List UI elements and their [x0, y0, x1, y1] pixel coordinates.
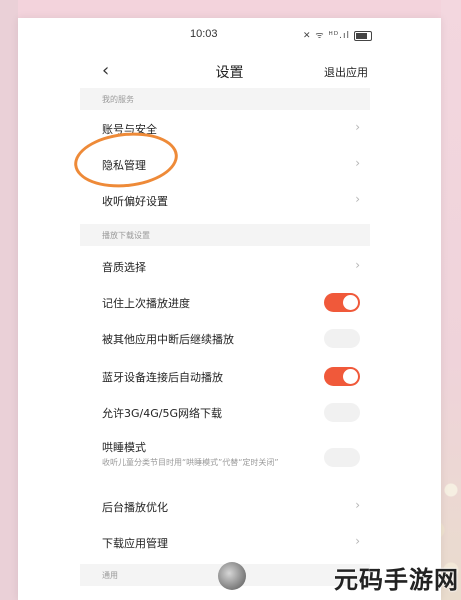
row-label: 下载应用管理	[102, 537, 168, 550]
chevron-right-icon: ›	[355, 192, 360, 206]
phone-screen: 10:03 ✕ ᯤ ᴴᴰ.ıl ‹ 设置 退出应用 我的服务 账号与安全 › 隐…	[18, 18, 441, 600]
status-time: 10:03	[190, 28, 218, 40]
toggle-resume-after-interrupt[interactable]	[324, 329, 360, 348]
row-label: 收听偏好设置	[102, 195, 168, 208]
chevron-right-icon: ›	[355, 498, 360, 512]
toggle-bluetooth-autoplay[interactable]	[324, 367, 360, 386]
status-icons: ✕ ᯤ ᴴᴰ.ıl	[303, 28, 372, 41]
nav-bar: ‹ 设置 退出应用	[18, 50, 441, 92]
row-listening-prefs[interactable]: 收听偏好设置 ›	[80, 182, 370, 218]
row-label: 哄睡模式	[102, 441, 146, 454]
status-bar: 10:03 ✕ ᯤ ᴴᴰ.ıl	[18, 18, 441, 50]
section-label: 播放下载设置	[102, 231, 150, 240]
exit-app-button[interactable]: 退出应用	[324, 64, 368, 80]
toggle-allow-mobile-download[interactable]	[324, 403, 360, 422]
row-background-optimize[interactable]: 后台播放优化 ›	[80, 488, 370, 524]
chevron-right-icon: ›	[355, 258, 360, 272]
chevron-right-icon: ›	[355, 156, 360, 170]
section-my-services: 我的服务	[80, 88, 370, 110]
row-label: 后台播放优化	[102, 501, 168, 514]
battery-icon	[353, 30, 372, 41]
floating-avatar[interactable]	[218, 562, 246, 590]
row-label: 蓝牙设备连接后自动播放	[102, 371, 223, 384]
row-download-app-manage[interactable]: 下载应用管理 ›	[80, 524, 370, 560]
watermark-logo: 元码手游网	[334, 566, 459, 594]
page-title: 设置	[215, 65, 244, 81]
row-audio-quality[interactable]: 音质选择 ›	[80, 248, 370, 284]
toggle-remember-progress[interactable]	[324, 293, 360, 312]
chevron-right-icon: ›	[355, 534, 360, 548]
row-allow-mobile-download: 允许3G/4G/5G网络下载	[80, 394, 370, 430]
section-playback-download: 播放下载设置	[80, 224, 370, 246]
status-indicator-icons: ✕ ᯤ ᴴᴰ.ıl	[303, 31, 350, 41]
chevron-right-icon: ›	[355, 120, 360, 134]
toggle-sleep-mode[interactable]	[324, 448, 360, 467]
row-label: 记住上次播放进度	[102, 297, 190, 310]
section-label: 我的服务	[102, 95, 134, 104]
row-label: 音质选择	[102, 261, 146, 274]
background-left	[0, 0, 18, 600]
row-sleep-mode: 哄睡模式 收听儿童分类节目时用“哄睡模式”代替“定时关闭”	[80, 428, 370, 486]
row-bluetooth-autoplay: 蓝牙设备连接后自动播放	[80, 358, 370, 394]
row-label: 被其他应用中断后继续播放	[102, 333, 234, 346]
row-resume-after-interrupt: 被其他应用中断后继续播放	[80, 320, 370, 356]
row-label: 允许3G/4G/5G网络下载	[102, 407, 222, 420]
section-label: 通用	[102, 571, 118, 580]
row-remember-progress: 记住上次播放进度	[80, 284, 370, 320]
row-description: 收听儿童分类节目时用“哄睡模式”代替“定时关闭”	[102, 458, 279, 467]
